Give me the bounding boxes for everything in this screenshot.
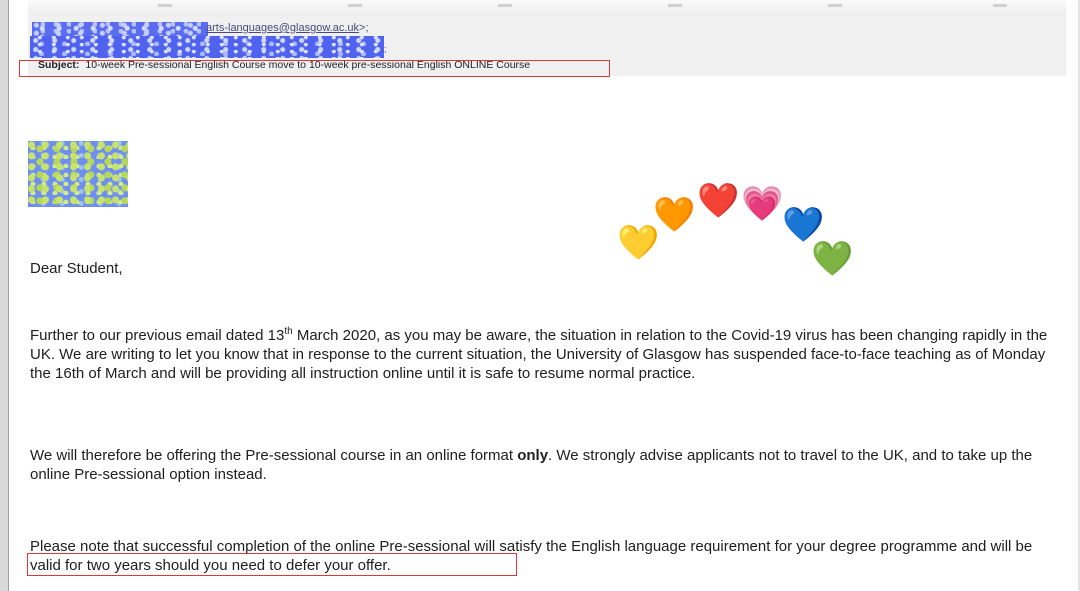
red-heart-icon: ❤️ [697, 181, 740, 221]
para2-start: We will therefore be offering the Pre-se… [30, 447, 518, 464]
para1-start: Further to our previous email dated 13 [30, 327, 285, 344]
pink-heart-icon: 💗 [741, 184, 784, 224]
hearts-decoration: 💛 🧡 ❤️ 💗 💙 💚 [0, 0, 1080, 591]
greeting: Dear Student, [30, 260, 123, 277]
only-emphasis: only [517, 447, 549, 464]
blue-heart-icon: 💙 [782, 205, 825, 245]
recipient-email: arts-languages@glasgow.ac.uk>; [206, 22, 369, 34]
recipient-separator: ; [384, 44, 387, 54]
defer-offer-highlight-box [27, 553, 517, 576]
paragraph-online-format: We will therefore be offering the Pre-se… [30, 446, 1066, 484]
paragraph-covid-update: Further to our previous email dated 13th… [30, 326, 1066, 383]
email-address-link[interactable]: arts-languages@glasgow.ac.uk [206, 22, 359, 34]
subject-highlight-box [19, 60, 610, 77]
email-viewer: arts-languages@glasgow.ac.uk>; ; Subject… [0, 0, 1080, 591]
window-left-border [0, 0, 9, 591]
header-top-strip [28, 0, 1066, 14]
orange-heart-icon: 🧡 [653, 195, 696, 235]
email-suffix: >; [359, 22, 369, 34]
redacted-recipients [30, 36, 384, 58]
redacted-logo [28, 141, 128, 207]
date-ordinal: th [284, 326, 293, 337]
yellow-heart-icon: 💛 [617, 223, 660, 263]
